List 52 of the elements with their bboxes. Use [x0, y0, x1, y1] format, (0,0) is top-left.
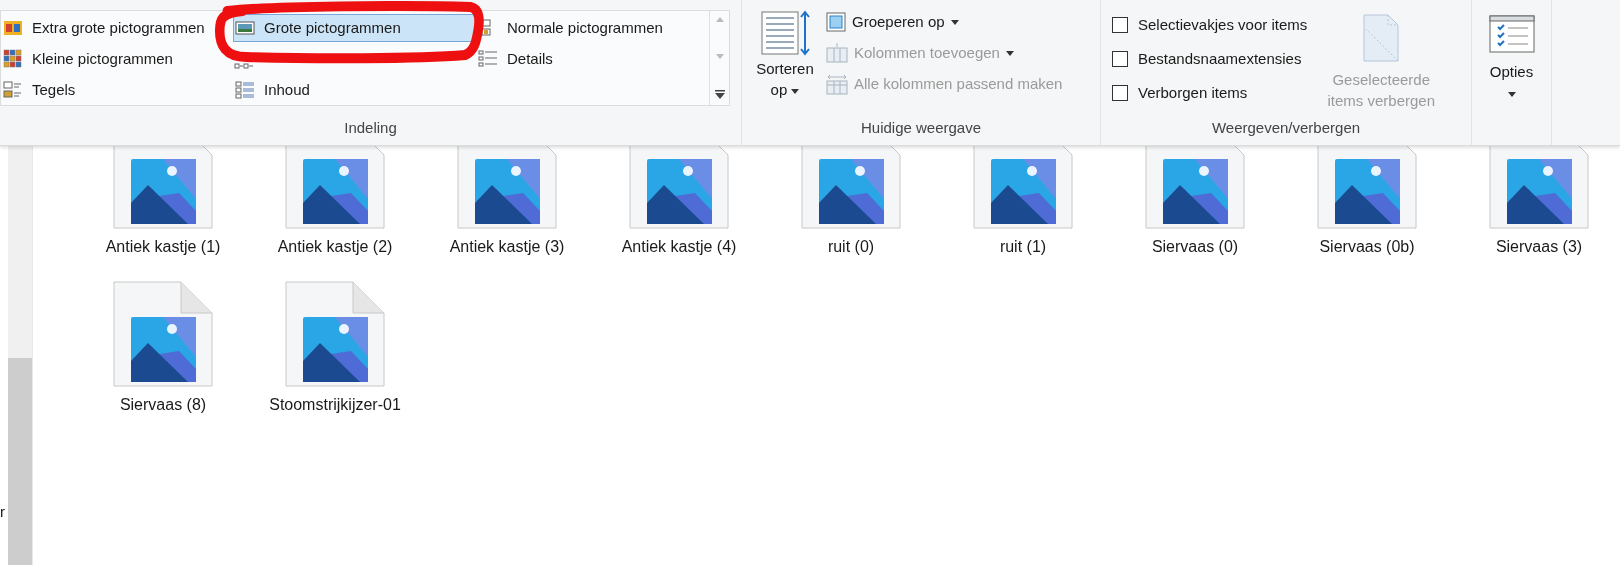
checkbox-label[interactable]: Bestandsnaamextensies: [1138, 47, 1302, 71]
layout-option[interactable]: Extra grote pictogrammen: [1, 14, 233, 42]
file-name[interactable]: Antiek kastje (1): [95, 235, 231, 259]
columns-icon: [826, 43, 848, 63]
file-name[interactable]: Siervaas (8): [95, 393, 231, 417]
group-label: Huidige weergave: [860, 117, 982, 138]
sort-button[interactable]: Sorteren op: [750, 10, 820, 100]
file-name[interactable]: Antiek kastje (2): [267, 235, 403, 259]
layout-option[interactable]: Tegels: [1, 76, 233, 104]
caret-icon: [1005, 50, 1014, 56]
layout-icon: [3, 18, 23, 38]
file-name[interactable]: Stoomstrijkijzer-01: [267, 393, 403, 417]
layout-icon: [478, 49, 498, 69]
layout-icon: [3, 80, 23, 100]
file-name[interactable]: Siervaas (0b): [1299, 235, 1435, 259]
layout-option[interactable]: Inhoud: [233, 76, 476, 104]
layout-icon: [3, 49, 23, 69]
group-label: Weergeven/verbergen: [1211, 117, 1361, 138]
file-name[interactable]: Antiek kastje (4): [611, 235, 747, 259]
caret-icon: [950, 19, 959, 25]
file-name[interactable]: Antiek kastje (3): [439, 235, 575, 259]
group-label: Indeling: [344, 117, 397, 138]
image-file-icon: [113, 281, 213, 387]
image-file-icon: [285, 281, 385, 387]
checkbox[interactable]: [1112, 51, 1128, 67]
options-icon: [1488, 15, 1535, 53]
checkbox[interactable]: [1112, 85, 1128, 101]
fit-columns-icon: [826, 73, 848, 95]
checkbox-label[interactable]: Verborgen items: [1138, 81, 1248, 105]
file-name[interactable]: Siervaas (0): [1127, 235, 1263, 259]
file-name[interactable]: ruit (0): [783, 235, 919, 259]
file-name[interactable]: Siervaas (3): [1471, 235, 1607, 259]
file-name[interactable]: ruit (1): [955, 235, 1091, 259]
group-icon: [826, 12, 846, 32]
layout-option[interactable]: Normale pictogrammen: [476, 14, 709, 42]
layout-icon: [235, 18, 255, 38]
layout-icon: [235, 80, 255, 100]
caret-icon: [1507, 91, 1516, 97]
checkbox[interactable]: [1112, 17, 1128, 33]
expand-gallery-icon[interactable]: [714, 90, 725, 99]
layout-option[interactable]: Grote pictogrammen: [233, 14, 476, 42]
layout-option[interactable]: Details: [476, 45, 709, 73]
caret-icon: [791, 88, 800, 94]
document-icon: [1363, 14, 1400, 62]
list-icon: [234, 63, 254, 69]
sort-icon: [760, 10, 810, 58]
checkbox-label[interactable]: Selectievakjes voor items: [1138, 13, 1308, 37]
options-button[interactable]: Opties: [1488, 15, 1535, 97]
scrollbar-thumb[interactable]: [8, 358, 32, 565]
layout-option[interactable]: Kleine pictogrammen: [1, 45, 233, 73]
sidebar-item[interactable]: r: [0, 501, 5, 524]
group-by-button[interactable]: Groeperen op: [826, 10, 1063, 34]
